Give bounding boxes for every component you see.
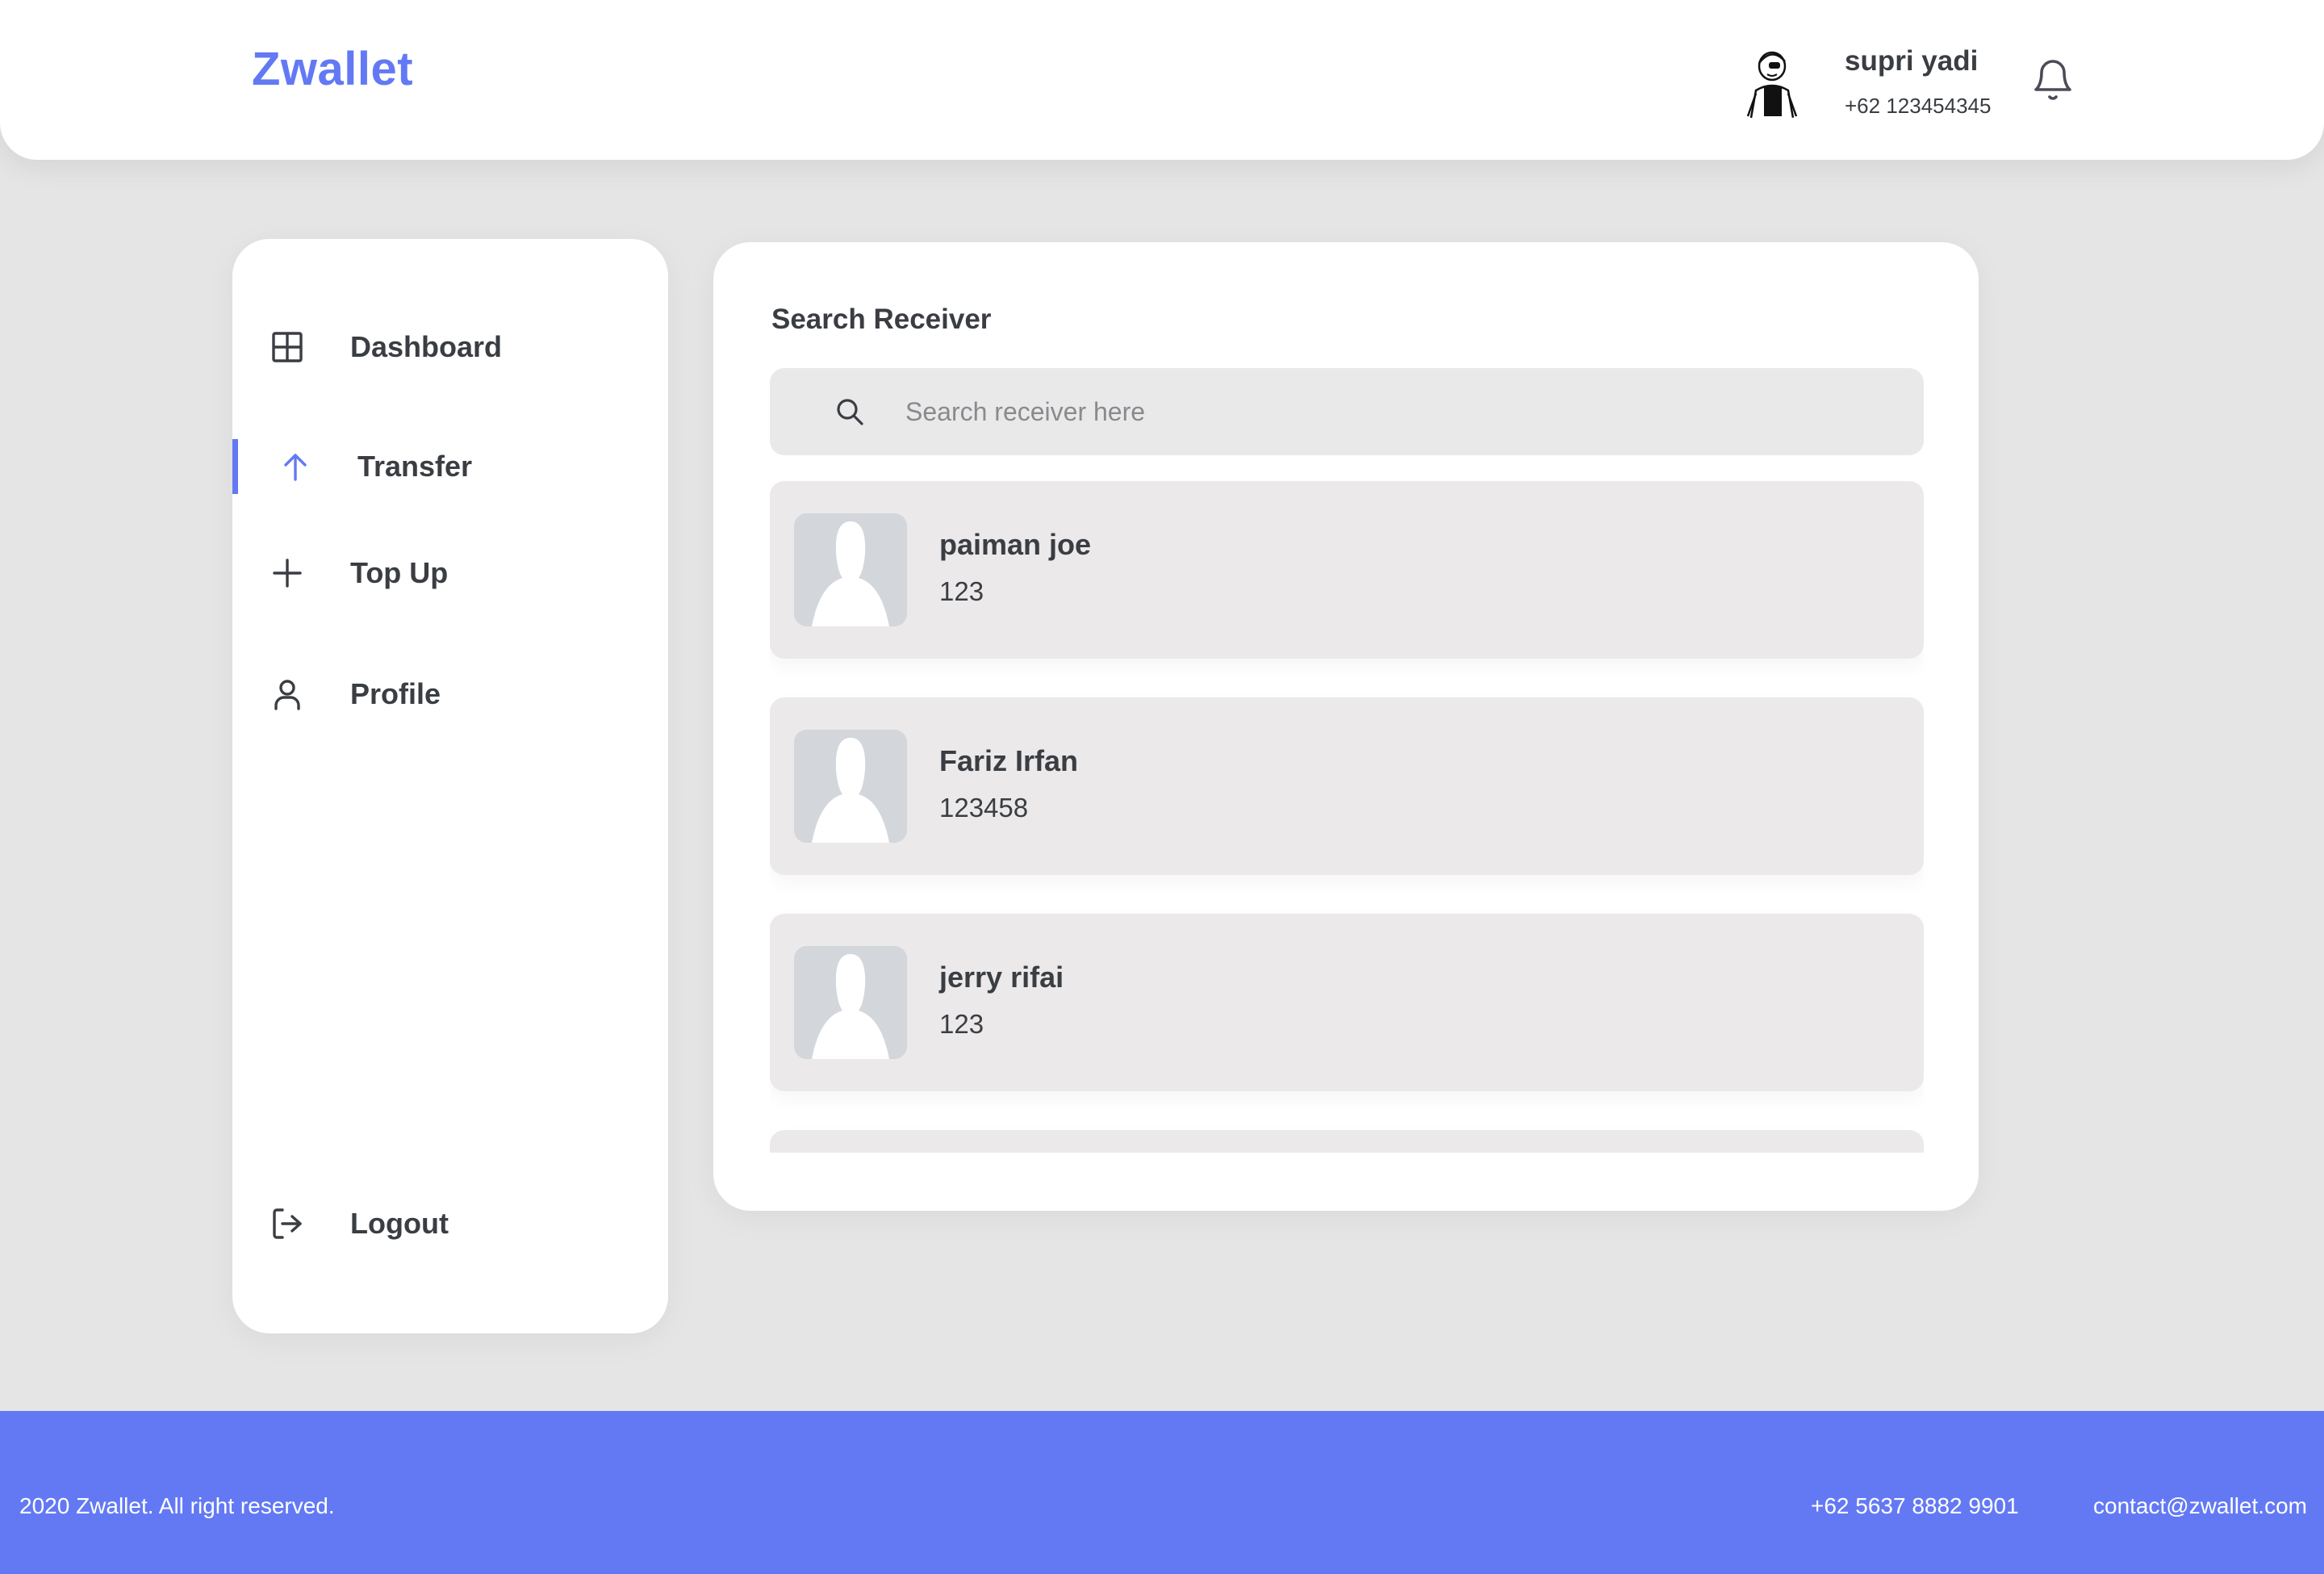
- person-silhouette-icon: [794, 946, 907, 1059]
- receiver-name: paiman joe: [939, 528, 1092, 561]
- footer-phone: +62 5637 8882 9901: [1811, 1493, 2019, 1518]
- receiver-phone: 123458: [939, 793, 1029, 823]
- sidebar-item-transfer[interactable]: Transfer: [232, 434, 668, 499]
- top-header: Zwallet supri yadi +62 123454345: [0, 0, 2324, 160]
- receiver-avatar: [794, 513, 907, 626]
- sidebar-item-dashboard[interactable]: Dashboard: [232, 315, 668, 379]
- receiver-item[interactable]: jerry rifai 123: [770, 914, 1924, 1091]
- sidebar-item-topup[interactable]: Top Up: [232, 541, 668, 605]
- sidebar-item-profile[interactable]: Profile: [232, 662, 668, 726]
- search-receiver-panel: Search Receiver paiman joe 123: [713, 242, 1979, 1211]
- sidebar-item-label: Transfer: [357, 450, 473, 483]
- search-icon: [834, 396, 865, 427]
- user-phone: +62 123454345: [1845, 94, 1992, 118]
- receiver-name: jerry rifai: [939, 961, 1064, 994]
- page-title: Search Receiver: [771, 303, 992, 335]
- sidebar-item-label: Profile: [350, 677, 441, 710]
- sidebar-item-label: Dashboard: [350, 330, 503, 363]
- active-indicator: [232, 439, 238, 494]
- user-name: supri yadi: [1845, 45, 1979, 77]
- sidebar-item-label: Top Up: [350, 556, 449, 589]
- receiver-name: Fariz Irfan: [939, 744, 1079, 777]
- search-bar[interactable]: [770, 368, 1924, 455]
- receiver-phone: 123: [939, 1009, 984, 1039]
- receiver-item[interactable]: paiman joe 123: [770, 481, 1924, 659]
- person-silhouette-icon: [794, 513, 907, 626]
- user-avatar-illustration: [1735, 45, 1804, 118]
- logout-icon: [270, 1206, 305, 1241]
- arrow-up-icon: [278, 449, 313, 484]
- receiver-list: paiman joe 123 Fariz Irfan 123458 jerry …: [770, 481, 1924, 1153]
- bell-icon[interactable]: [2032, 57, 2074, 105]
- plus-icon: [270, 555, 305, 591]
- receiver-avatar: [794, 730, 907, 843]
- receiver-item-partial[interactable]: [770, 1130, 1924, 1153]
- user-icon: [270, 676, 305, 712]
- sidebar: Dashboard Transfer Top Up Profile Logout: [232, 239, 668, 1333]
- footer-email[interactable]: contact@zwallet.com: [2093, 1493, 2307, 1519]
- receiver-phone: 123: [939, 576, 984, 606]
- person-silhouette-icon: [794, 730, 907, 843]
- footer-copyright: 2020 Zwallet. All right reserved.: [19, 1493, 335, 1518]
- footer: 2020 Zwallet. All right reserved. +62 56…: [0, 1411, 2324, 1574]
- search-input[interactable]: [905, 386, 1890, 437]
- brand-logo[interactable]: Zwallet: [252, 42, 413, 96]
- receiver-item[interactable]: Fariz Irfan 123458: [770, 697, 1924, 875]
- logout-label: Logout: [350, 1207, 449, 1240]
- receiver-avatar: [794, 946, 907, 1059]
- user-avatar[interactable]: [1735, 45, 1804, 118]
- logout-button[interactable]: Logout: [232, 1191, 668, 1256]
- grid-icon: [270, 329, 305, 365]
